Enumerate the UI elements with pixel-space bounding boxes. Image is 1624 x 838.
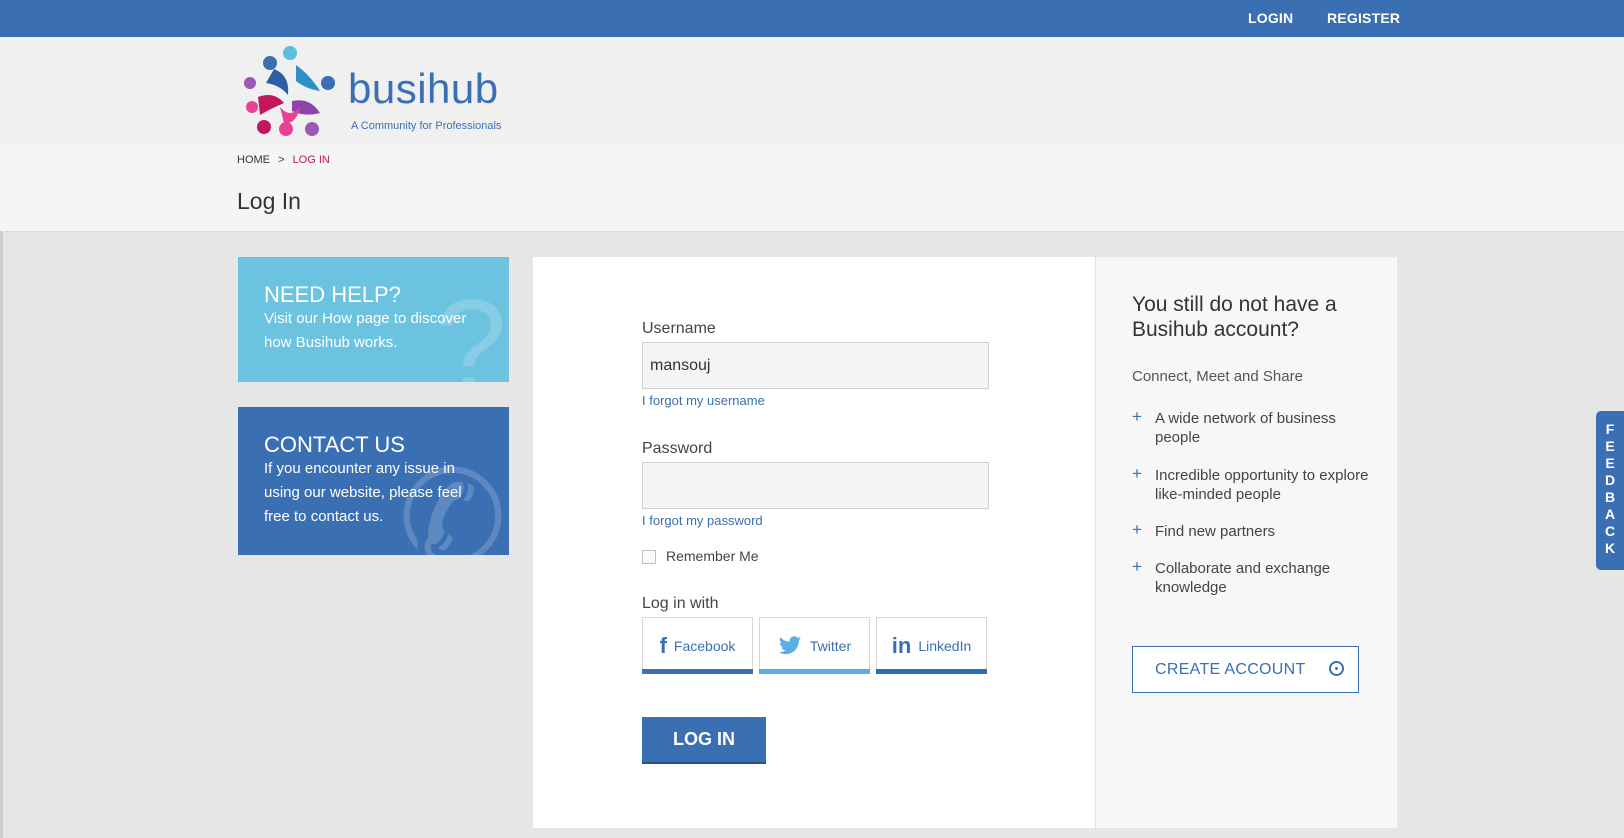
feedback-letter: C	[1604, 523, 1616, 539]
signup-subtitle: Connect, Meet and Share	[1132, 368, 1303, 385]
breadcrumb-separator: >	[278, 154, 285, 166]
feedback-letter: E	[1605, 455, 1615, 471]
benefit-item: + A wide network of business people	[1132, 407, 1372, 447]
facebook-login-button[interactable]: f Facebook	[642, 617, 753, 674]
feedback-letter: B	[1604, 489, 1616, 505]
circle-arrow-icon	[1329, 661, 1344, 676]
need-help-card[interactable]: ? NEED HELP? Visit our How page to disco…	[238, 257, 509, 382]
page-title: Log In	[237, 188, 301, 214]
linkedin-label: LinkedIn	[918, 637, 972, 654]
username-label: Username	[642, 320, 716, 337]
plus-icon: +	[1132, 557, 1142, 576]
benefit-text: Collaborate and exchange knowledge	[1155, 560, 1331, 596]
brand-name: busihub	[348, 65, 499, 112]
benefit-item: + Collaborate and exchange knowledge	[1132, 557, 1372, 597]
benefit-item: + Find new partners	[1132, 520, 1372, 541]
twitter-icon	[778, 635, 801, 654]
forgot-password-link[interactable]: I forgot my password	[642, 513, 763, 528]
password-input[interactable]	[642, 462, 989, 509]
username-input[interactable]	[642, 342, 989, 389]
signup-panel	[1095, 257, 1397, 828]
forgot-username-link[interactable]: I forgot my username	[642, 393, 765, 408]
feedback-tab[interactable]: F E E D B A C K	[1596, 411, 1624, 570]
linkedin-icon: in	[891, 632, 912, 658]
feedback-letter: A	[1604, 506, 1616, 522]
plus-icon: +	[1132, 407, 1142, 426]
nav-login-link[interactable]: LOGIN	[1248, 10, 1293, 26]
benefit-text: Find new partners	[1155, 523, 1276, 540]
top-nav-bar: LOGIN REGISTER	[0, 0, 1624, 37]
busihub-logo-icon	[244, 46, 335, 136]
breadcrumb-home[interactable]: HOME	[237, 154, 270, 166]
signup-title: You still do not have a Busihub account?	[1132, 293, 1337, 341]
phone-icon: ✆	[398, 445, 507, 555]
page-header: busihub A Community for Professionals HO…	[0, 37, 1624, 232]
create-account-button[interactable]: CREATE ACCOUNT	[1132, 646, 1359, 693]
create-account-label: CREATE ACCOUNT	[1155, 660, 1306, 678]
benefit-item: + Incredible opportunity to explore like…	[1132, 464, 1372, 504]
facebook-label: Facebook	[673, 637, 736, 654]
twitter-login-button[interactable]: Twitter	[759, 617, 870, 674]
login-button[interactable]: LOG IN	[642, 717, 766, 762]
plus-icon: +	[1132, 464, 1142, 483]
twitter-accent-bar	[759, 669, 870, 674]
nav-register-link[interactable]: REGISTER	[1327, 10, 1400, 26]
linkedin-accent-bar	[876, 669, 987, 674]
breadcrumb-current: LOG IN	[292, 154, 330, 166]
feedback-letter: F	[1605, 421, 1615, 437]
remember-me-label: Remember Me	[666, 548, 759, 564]
benefit-text: A wide network of business people	[1155, 410, 1336, 446]
feedback-letter: D	[1604, 472, 1616, 488]
contact-us-card[interactable]: ✆ CONTACT US If you encounter any issue …	[238, 407, 509, 555]
plus-icon: +	[1132, 520, 1142, 539]
brand-logo[interactable]: busihub A Community for Professionals	[240, 45, 540, 137]
question-mark-icon: ?	[434, 272, 507, 382]
breadcrumb: HOME > LOG IN	[237, 154, 330, 166]
brand-tagline: A Community for Professionals	[351, 120, 502, 132]
remember-me-checkbox[interactable]	[642, 550, 656, 564]
benefit-text: Incredible opportunity to explore like-m…	[1155, 467, 1369, 503]
facebook-accent-bar	[642, 669, 753, 674]
linkedin-login-button[interactable]: in LinkedIn	[876, 617, 987, 674]
feedback-letter: E	[1605, 438, 1615, 454]
login-with-label: Log in with	[642, 595, 719, 612]
password-label: Password	[642, 440, 713, 457]
facebook-icon: f	[659, 632, 667, 658]
feedback-letter: K	[1604, 540, 1616, 556]
twitter-label: Twitter	[809, 637, 852, 654]
